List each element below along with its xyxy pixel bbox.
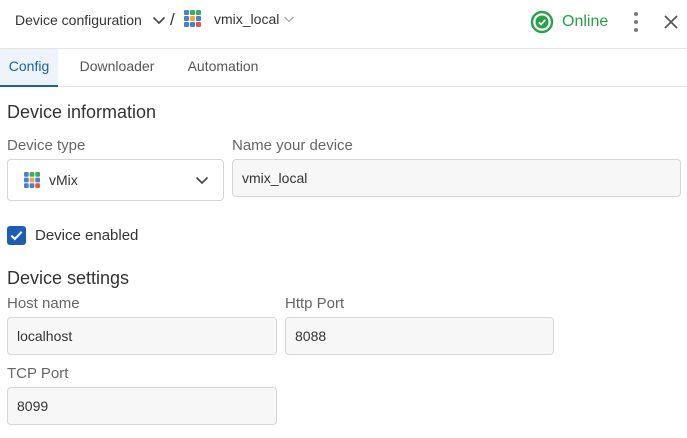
device-type-value: vMix [49,172,78,188]
breadcrumb-device-configuration[interactable]: Device configuration [15,12,166,28]
tab-config[interactable]: Config [0,49,58,87]
checkmark-icon [10,231,23,241]
status-label: Online [562,13,609,30]
breadcrumb-root-label: Device configuration [15,12,142,28]
breadcrumb-separator: / [170,10,175,29]
host-name-input[interactable] [7,317,277,355]
checkbox-checked[interactable] [7,226,26,245]
http-port-label: Http Port [285,295,345,312]
tcp-port-input[interactable] [7,387,277,425]
breadcrumb-device-name: vmix_local [214,10,280,27]
chevron-down-icon [195,176,209,185]
chevron-down-icon [152,16,165,25]
device-enabled-checkbox[interactable]: Device enabled [7,226,138,245]
header-bar: Device configuration / vmix_local Online [0,0,687,44]
status-indicator: Online [530,10,608,34]
tcp-port-label: TCP Port [7,365,69,382]
device-type-select[interactable]: vMix [7,159,224,201]
grid-icon [24,172,40,188]
host-name-label: Host name [7,295,80,312]
chevron-down-icon [284,16,295,22]
grid-icon [184,10,201,27]
device-enabled-label: Device enabled [35,227,139,244]
close-icon[interactable] [662,13,680,31]
kebab-icon[interactable] [628,11,644,33]
breadcrumb-device[interactable]: vmix_local [184,10,295,27]
device-name-input[interactable] [232,159,681,197]
tab-label: Downloader [79,58,155,74]
device-settings-title: Device settings [7,268,130,288]
tab-label: Automation [187,58,259,74]
check-circle-icon [530,10,554,34]
tab-downloader[interactable]: Downloader [74,49,160,87]
tab-label: Config [8,58,50,74]
device-type-label: Device type [7,137,86,154]
device-information-title: Device information [7,102,157,122]
tab-bar: Config Downloader Automation [0,48,687,87]
tab-automation[interactable]: Automation [180,49,266,87]
device-name-label: Name your device [232,137,353,154]
http-port-input[interactable] [285,317,554,355]
